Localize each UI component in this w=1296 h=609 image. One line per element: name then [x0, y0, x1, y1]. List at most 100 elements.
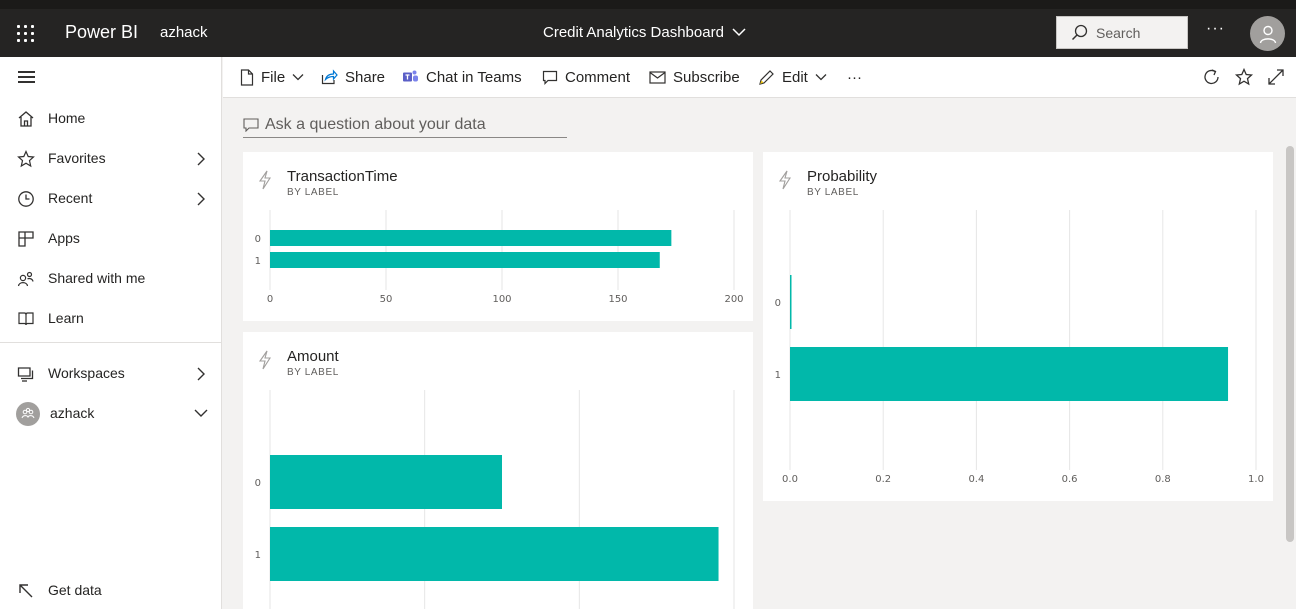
search-box[interactable]: Search	[1056, 16, 1188, 49]
action-bar: File Share Chat in Teams Comment Subscri…	[223, 57, 1296, 98]
category-label: 0	[255, 234, 261, 245]
category-label: 0	[255, 478, 261, 489]
chevron-right-icon[interactable]	[196, 192, 206, 206]
file-label: File	[261, 68, 286, 86]
chevron-down-icon	[815, 74, 827, 81]
category-label: 1	[255, 550, 261, 561]
category-label: 0	[775, 298, 781, 309]
brand-name[interactable]: Power BI	[65, 22, 138, 43]
bar-0[interactable]	[790, 275, 792, 329]
tile-transactiontime[interactable]: TransactionTime BY LABEL 0 50 100 150 200 0 1	[243, 152, 753, 321]
qna-input[interactable]: Ask a question about your data	[243, 112, 567, 138]
qna-placeholder: Ask a question about your data	[265, 115, 486, 133]
nav-item-apps[interactable]: Apps	[0, 218, 222, 258]
x-tick-label: 200	[724, 294, 743, 305]
comment-icon	[542, 70, 558, 85]
dashboard-title-text: Credit Analytics Dashboard	[543, 24, 724, 41]
apps-icon	[18, 231, 34, 247]
chat-in-teams-button[interactable]: Chat in Teams	[402, 57, 522, 97]
workspace-avatar-icon	[16, 402, 40, 426]
nav-item-favorites[interactable]: Favorites	[0, 138, 222, 178]
chart-probability: 0.0 0.2 0.4 0.6 0.8 1.0 0 1	[775, 210, 1264, 485]
chart-transactiontime: 0 50 100 150 200 0 1	[255, 210, 744, 305]
nav-label: Workspaces	[48, 365, 125, 381]
x-tick-label: 100	[492, 294, 511, 305]
clock-icon	[18, 191, 34, 207]
account-avatar[interactable]	[1250, 16, 1285, 51]
star-icon	[17, 150, 35, 168]
teams-icon	[403, 70, 418, 82]
bar-1[interactable]	[270, 527, 719, 581]
hamburger-icon[interactable]	[18, 71, 38, 85]
bar-1[interactable]	[790, 347, 1229, 401]
dashboard-title[interactable]: Credit Analytics Dashboard	[543, 24, 746, 41]
bar-0[interactable]	[270, 230, 672, 246]
file-menu-button[interactable]: File	[240, 57, 304, 97]
expand-icon[interactable]	[1266, 67, 1286, 87]
arrow-up-left-icon	[19, 584, 33, 598]
nav-label: azhack	[50, 405, 95, 421]
nav-item-shared-with-me[interactable]: Shared with me	[0, 258, 222, 298]
nav-item-home[interactable]: Home	[0, 98, 222, 138]
workspaces-icon	[17, 367, 34, 382]
home-icon	[18, 111, 34, 127]
x-tick-label: 50	[380, 294, 393, 305]
x-tick-label: 150	[608, 294, 627, 305]
shared-icon	[17, 271, 34, 287]
pencil-icon	[759, 69, 774, 85]
bar-0[interactable]	[270, 455, 502, 509]
chevron-right-icon[interactable]	[196, 367, 206, 381]
x-tick-label: 0.4	[968, 474, 984, 485]
tile-probability[interactable]: Probability BY LABEL 0.0 0.2 0.4 0.6 0.8 1.0 0…	[763, 152, 1273, 501]
nav-label: Recent	[48, 190, 93, 206]
nav-item-recent[interactable]: Recent	[0, 178, 222, 218]
tile-amount[interactable]: Amount BY LABEL 01	[243, 332, 753, 609]
nav-label: Favorites	[48, 150, 106, 166]
book-icon	[18, 312, 34, 326]
mail-icon	[649, 70, 666, 84]
more-options-icon[interactable]: ···	[1206, 20, 1225, 38]
chart-amount: 01	[255, 390, 735, 609]
nav-item-get-data[interactable]: Get data	[0, 570, 222, 609]
category-label: 1	[775, 370, 781, 381]
edit-label: Edit	[782, 68, 808, 86]
x-tick-label: 0.6	[1062, 474, 1078, 485]
nav-label: Shared with me	[48, 270, 146, 286]
nav-label: Apps	[48, 230, 80, 246]
more-actions-button[interactable]: ···	[847, 57, 862, 97]
share-label: Share	[345, 68, 386, 86]
person-icon	[1259, 25, 1276, 43]
get-data-label: Get data	[48, 582, 102, 598]
nav-item-learn[interactable]: Learn	[0, 298, 222, 338]
nav-item-workspace-azhack[interactable]: azhack	[0, 393, 222, 433]
document-icon	[240, 68, 254, 86]
nav-divider	[0, 342, 221, 343]
chat-in-teams-label: Chat in Teams	[426, 68, 522, 86]
search-icon	[1071, 24, 1088, 41]
chevron-right-icon[interactable]	[196, 152, 206, 166]
subscribe-button[interactable]: Subscribe	[649, 57, 740, 97]
comment-button[interactable]: Comment	[542, 57, 630, 97]
top-bar: Power BI azhack Credit Analytics Dashboa…	[0, 0, 1296, 57]
nav-item-workspaces[interactable]: Workspaces	[0, 353, 222, 393]
bar-1[interactable]	[270, 252, 660, 268]
x-tick-label: 0.8	[1155, 474, 1171, 485]
nav-label: Home	[48, 110, 86, 126]
canvas-scrollbar[interactable]	[1286, 146, 1294, 542]
refresh-icon[interactable]	[1202, 67, 1222, 87]
category-label: 1	[255, 256, 261, 267]
edit-menu-button[interactable]: Edit	[758, 57, 827, 97]
chevron-down-icon	[732, 28, 746, 37]
x-tick-label: 0	[267, 294, 273, 305]
share-button[interactable]: Share	[321, 57, 385, 97]
app-launcher-icon[interactable]	[16, 24, 36, 44]
workspace-breadcrumb[interactable]: azhack	[160, 24, 208, 41]
x-tick-label: 0.0	[782, 474, 798, 485]
chevron-down-icon[interactable]	[194, 408, 208, 418]
x-tick-label: 1.0	[1248, 474, 1264, 485]
favorite-star-icon[interactable]	[1234, 67, 1254, 87]
chat-icon	[243, 117, 259, 132]
chevron-down-icon	[292, 74, 304, 81]
share-icon	[321, 69, 338, 85]
search-placeholder: Search	[1096, 24, 1141, 41]
